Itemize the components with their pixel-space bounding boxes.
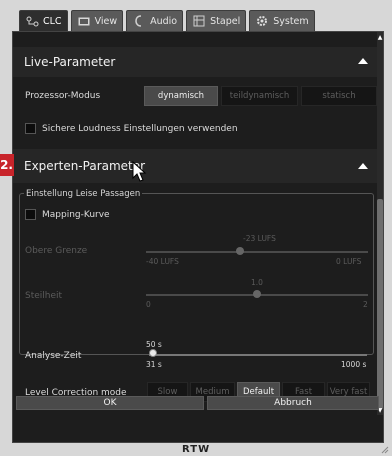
processor-option-dynamisch[interactable]: dynamisch (144, 86, 218, 106)
collapse-arrow-icon[interactable] (358, 58, 368, 64)
audio-icon (132, 15, 146, 27)
tab-label: System (273, 15, 309, 27)
section-title: Live-Parameter (24, 55, 116, 69)
safe-loudness-label: Sichere Loudness Einstellungen verwenden (42, 124, 238, 134)
analysis-time-value: 50 s (146, 340, 162, 349)
section-title: Experten-Parameter (24, 159, 146, 173)
clc-icon (25, 15, 39, 27)
stack-icon (192, 15, 206, 27)
slope-slider-thumb[interactable] (253, 290, 261, 298)
scroll-up-icon[interactable]: ▲ (377, 34, 383, 42)
expert-parameter-header[interactable]: Experten-Parameter (13, 149, 380, 183)
collapse-arrow-icon[interactable] (358, 163, 368, 169)
rtw-logo: RTW (182, 444, 211, 455)
tab-bar: CLC View Audio Stapel System (19, 10, 315, 32)
ok-button[interactable]: OK (16, 396, 204, 410)
clc-panel: Live-Parameter Prozessor-Modus dynamisch… (12, 31, 384, 443)
tab-audio[interactable]: Audio (126, 10, 184, 31)
tab-label: View (94, 15, 118, 27)
upper-limit-max: 0 LUFS (336, 257, 362, 266)
tab-view[interactable]: View (70, 10, 124, 31)
upper-limit-label: Obere Grenze (25, 246, 88, 256)
tab-label: Stapel (210, 15, 241, 27)
mapping-curve-label: Mapping-Kurve (42, 210, 110, 220)
upper-limit-min: -40 LUFS (146, 257, 179, 266)
tab-label: CLC (43, 15, 62, 27)
scroll-content: Live-Parameter Prozessor-Modus dynamisch… (13, 32, 380, 415)
tab-system[interactable]: System (249, 10, 315, 31)
processor-option-teildynamisch[interactable]: teildynamisch (221, 86, 298, 106)
gear-icon (255, 15, 269, 27)
cancel-button[interactable]: Abbruch (207, 396, 379, 410)
analysis-time-min: 31 s (146, 360, 162, 369)
slope-label: Steilheit (25, 291, 63, 301)
group-title: Einstellung Leise Passagen (24, 189, 143, 199)
callout-badge: 2. (0, 154, 14, 176)
tab-label: Audio (150, 15, 178, 27)
slope-min: 0 (146, 300, 151, 309)
upper-limit-slider[interactable] (146, 251, 368, 253)
analysis-time-label: Analyse-Zeit (25, 351, 82, 361)
view-icon (77, 15, 91, 27)
upper-limit-value: -23 LUFS (243, 234, 276, 243)
vertical-scrollbar[interactable]: ▲ ▼ (377, 32, 383, 415)
settings-dialog: CLC View Audio Stapel System 2. Live-Par… (0, 0, 392, 456)
scrollbar-thumb[interactable] (377, 199, 383, 409)
processor-mode-label: Prozessor-Modus (25, 91, 101, 101)
processor-mode-selector: dynamisch teildynamisch statisch (144, 86, 377, 106)
live-parameter-header[interactable]: Live-Parameter (13, 47, 380, 77)
slope-value: 1.0 (251, 278, 263, 287)
analysis-time-max: 1000 s (341, 360, 367, 369)
resize-grip-icon[interactable] (379, 444, 389, 454)
mouse-pointer-icon (132, 161, 147, 182)
analysis-time-slider[interactable] (149, 354, 367, 356)
safe-loudness-checkbox[interactable] (25, 123, 36, 134)
processor-option-statisch[interactable]: statisch (301, 86, 377, 106)
tab-clc[interactable]: CLC (19, 10, 68, 31)
tab-stapel[interactable]: Stapel (186, 10, 247, 31)
mapping-curve-checkbox[interactable] (25, 209, 36, 220)
slope-max: 2 (363, 300, 368, 309)
